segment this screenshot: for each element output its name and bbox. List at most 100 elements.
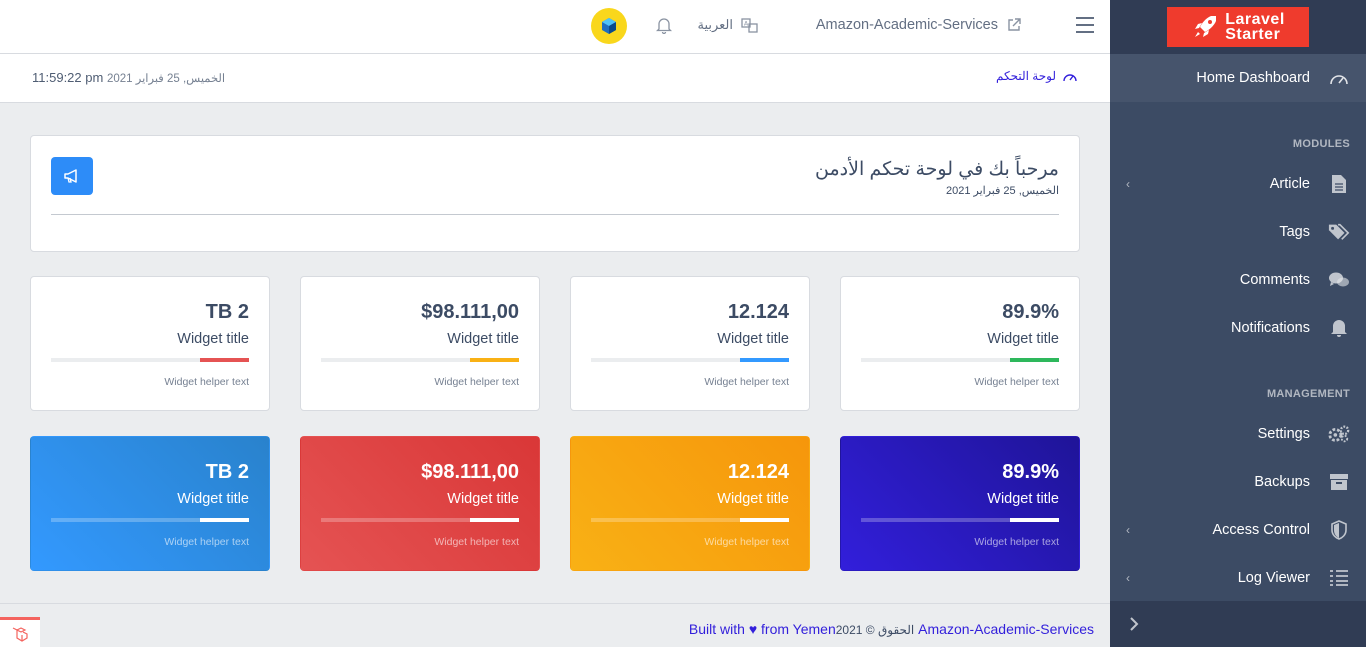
sidebar-item-label: Log Viewer [1237, 570, 1310, 586]
sidebar-item-label: Home Dashboard [1196, 70, 1310, 86]
chevron-left-icon: ‹ [1126, 523, 1130, 537]
widget-title: Widget title [717, 331, 789, 347]
menu-toggle-button[interactable] [1076, 17, 1094, 33]
notifications-bell-button[interactable] [655, 17, 673, 39]
sidebar-item-home-dashboard[interactable]: Home Dashboard [1110, 54, 1366, 102]
footer: Built with ♥ from Yemenالحقوق © 2021 Ama… [0, 603, 1110, 647]
archive-icon [1328, 471, 1350, 493]
widget-progress-bar [51, 358, 249, 362]
sidebar-minimize-button[interactable] [1110, 601, 1366, 647]
speedometer-icon [1328, 67, 1350, 89]
widget-title: Widget title [177, 331, 249, 347]
widget-progress-fill [739, 358, 789, 362]
widget-progress-fill [199, 518, 249, 522]
welcome-card: مرحباً بك في لوحة تحكم الأدمن الخميس, 25… [30, 135, 1080, 252]
welcome-date: الخميس, 25 فبراير 2021 [945, 185, 1059, 197]
widgets-row-light: TB 2 Widget title Widget helper text $98.11… [30, 276, 1080, 411]
sidebar-item-backups[interactable]: Backups [1110, 458, 1366, 506]
list-icon [1328, 567, 1350, 589]
widget-progress-bar [321, 358, 519, 362]
widget-helper-text: Widget helper text [974, 376, 1059, 388]
breadcrumb-label: لوحة التحكم [995, 69, 1056, 83]
widget-title: Widget title [447, 491, 519, 507]
sidebar-item-log-viewer[interactable]: ‹ Log Viewer [1110, 554, 1366, 602]
widget-progress-fill [1009, 518, 1059, 522]
widget-helper-text: Widget helper text [704, 376, 789, 388]
widget-value: 89.9% [1002, 461, 1059, 483]
widget-card: 89.9% Widget title Widget helper text [840, 436, 1080, 571]
footer-built-with: Built with [688, 621, 745, 637]
widget-helper-text: Widget helper text [704, 536, 789, 548]
chevron-left-icon: ‹ [1126, 571, 1130, 585]
cube-icon [602, 18, 616, 34]
language-switcher[interactable]: العربية A [697, 17, 758, 33]
laravel-logo-icon [12, 626, 28, 642]
language-label: العربية [697, 17, 733, 32]
app-name-link[interactable]: Amazon-Academic-Services [816, 17, 1022, 33]
current-datetime: 11:59:22 pm الخميس, 25 فبراير 2021 [32, 70, 225, 85]
megaphone-icon [64, 169, 77, 183]
sidebar-item-notifications[interactable]: Notifications [1110, 304, 1366, 352]
sidebar-item-tags[interactable]: Tags [1110, 208, 1366, 256]
date-text: الخميس, 25 فبراير 2021 [106, 73, 226, 85]
widget-progress-fill [469, 358, 519, 362]
debugbar-toggle[interactable] [0, 617, 40, 647]
widget-value: $98.111,00 [421, 301, 519, 323]
widget-progress-bar [321, 518, 519, 522]
widget-progress-fill [469, 518, 519, 522]
sidebar-item-label: Access Control [1212, 522, 1310, 538]
main-content: مرحباً بك في لوحة تحكم الأدمن الخميس, 25… [30, 135, 1080, 571]
subheader: لوحة التحكم 11:59:22 pm الخميس, 25 فبراي… [0, 54, 1110, 103]
sidebar-brand[interactable]: Laravel Starter [1110, 0, 1366, 54]
sidebar-item-comments[interactable]: Comments [1110, 256, 1366, 304]
widget-progress-fill [199, 358, 249, 362]
gears-icon [1328, 423, 1350, 445]
heart-icon: ♥ [748, 621, 758, 637]
widget-helper-text: Widget helper text [434, 376, 519, 388]
sidebar-item-label: Comments [1239, 272, 1310, 288]
widget-title: Widget title [987, 491, 1059, 507]
bell-icon [655, 18, 673, 35]
widget-progress-bar [861, 358, 1059, 362]
sidebar-item-access-control[interactable]: ‹ Access Control [1110, 506, 1366, 554]
widget-progress-bar [591, 358, 789, 362]
widget-title: Widget title [447, 331, 519, 347]
welcome-divider [51, 214, 1059, 215]
rocket-icon [1195, 16, 1217, 37]
sidebar-section-modules: MODULES [1292, 138, 1350, 150]
tags-icon [1328, 221, 1350, 243]
app-name-label: Amazon-Academic-Services [815, 17, 998, 33]
widget-helper-text: Widget helper text [974, 536, 1059, 548]
widget-value: 12.124 [727, 461, 789, 483]
comments-icon [1328, 269, 1350, 291]
footer-app-link[interactable]: Amazon-Academic-Services [918, 621, 1094, 637]
widget-value: TB 2 [205, 301, 249, 323]
widgets-row-dark: TB 2 Widget title Widget helper text $98.11… [30, 436, 1080, 571]
sidebar-item-label: Settings [1257, 426, 1310, 442]
widget-progress-bar [861, 518, 1059, 522]
bell-icon [1328, 317, 1350, 339]
brand-logo: Laravel Starter [1167, 7, 1309, 47]
top-header: Amazon-Academic-Services العربية A [0, 0, 1110, 54]
speedometer-icon [1063, 74, 1077, 82]
sidebar-item-label: Notifications [1231, 320, 1310, 336]
widget-card: $98.111,00 Widget title Widget helper text [300, 276, 540, 411]
time-text: 11:59:22 pm [32, 70, 104, 85]
external-link-icon [1008, 18, 1021, 31]
sidebar-item-article[interactable]: ‹ Article [1110, 160, 1366, 208]
sidebar: Laravel Starter Home Dashboard MODULES ‹… [1110, 0, 1366, 647]
footer-rights: الحقوق © 2021 [835, 623, 915, 637]
widget-title: Widget title [717, 491, 789, 507]
breadcrumb[interactable]: لوحة التحكم [996, 69, 1078, 83]
widget-helper-text: Widget helper text [164, 536, 249, 548]
chevron-right-icon [1130, 617, 1139, 631]
sidebar-item-settings[interactable]: Settings [1110, 410, 1366, 458]
announcement-button[interactable] [51, 157, 93, 195]
widget-card: 12.124 Widget title Widget helper text [570, 276, 810, 411]
brand-line1: Laravel [1225, 11, 1285, 28]
widget-helper-text: Widget helper text [434, 536, 519, 548]
user-avatar[interactable] [591, 8, 627, 44]
widget-value: 12.124 [727, 301, 789, 323]
widget-card: TB 2 Widget title Widget helper text [30, 276, 270, 411]
shield-icon [1328, 519, 1350, 541]
